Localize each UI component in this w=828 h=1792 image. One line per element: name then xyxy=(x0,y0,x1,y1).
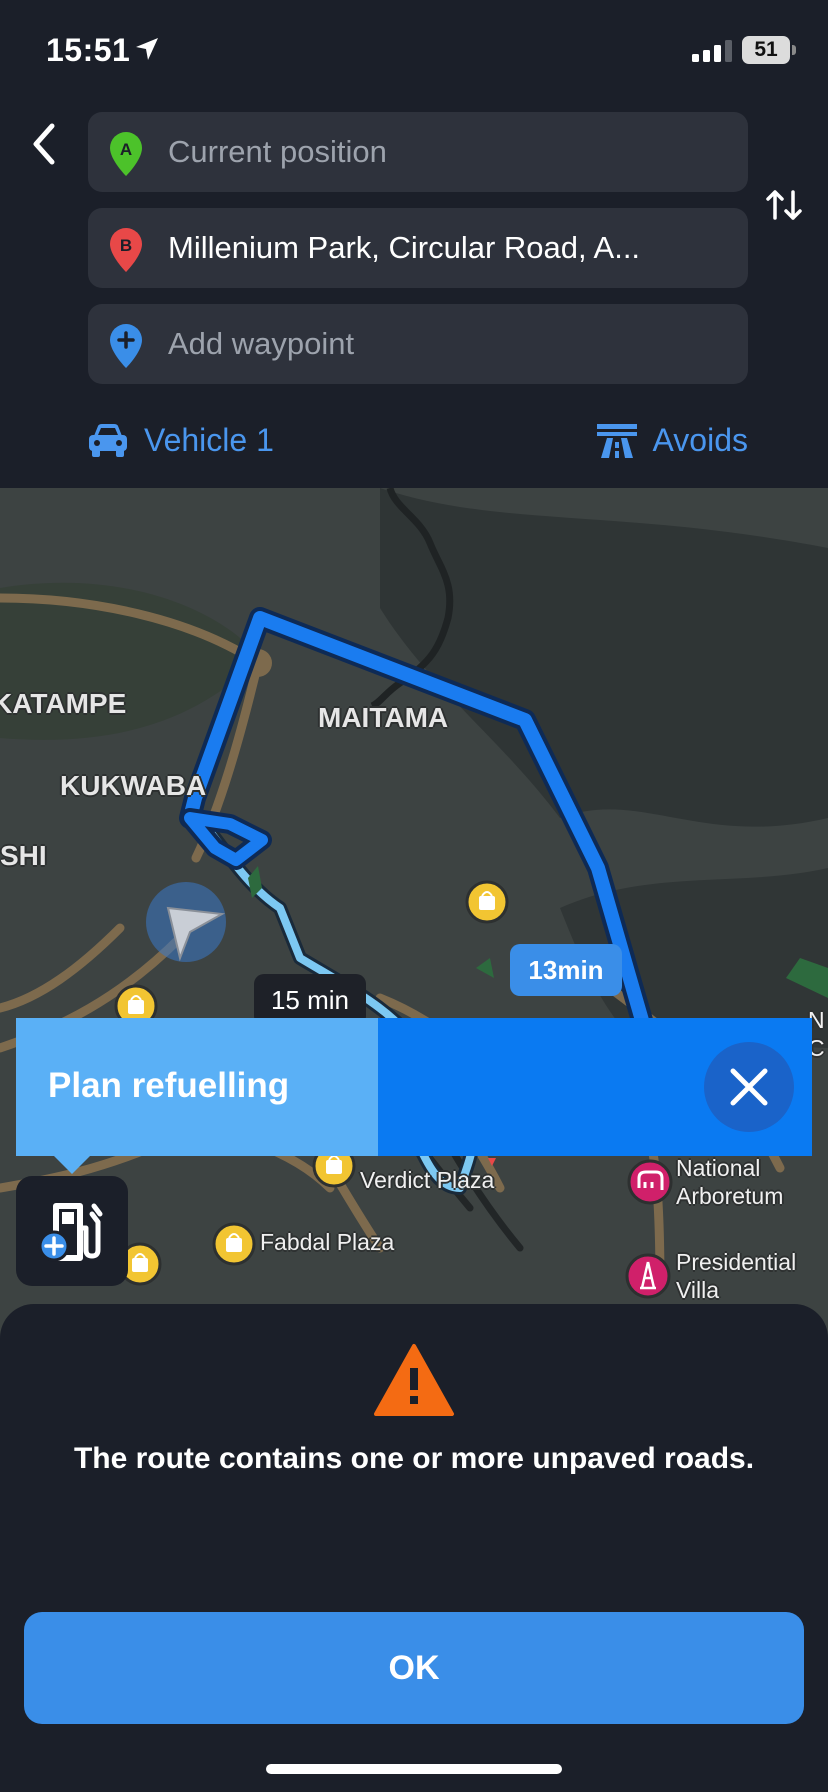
pin-b-icon: B xyxy=(110,228,142,272)
avoids-label: Avoids xyxy=(652,421,748,458)
swap-icon[interactable] xyxy=(764,182,804,230)
area-label-maitama: MAITAMA xyxy=(318,702,449,733)
origin-text: Current position xyxy=(168,134,387,169)
poi-label-fabdal-plaza: Fabdal Plaza xyxy=(260,1229,395,1255)
back-arrow-icon[interactable] xyxy=(24,116,64,172)
car-icon xyxy=(89,424,127,457)
location-arrow-icon xyxy=(136,38,158,60)
warning-sheet: The route contains one or more unpaved r… xyxy=(0,1304,828,1792)
area-label-katampe: KATAMPE xyxy=(0,688,127,719)
battery-cap xyxy=(792,45,796,55)
destination-text: Millenium Park, Circular Road, A... xyxy=(168,230,641,265)
add-waypoint-pin-icon xyxy=(110,324,142,368)
refuel-close-button[interactable] xyxy=(704,1042,794,1132)
elephant-icon xyxy=(627,1159,673,1205)
area-label-kukwaba: KUKWABA xyxy=(60,770,207,801)
add-waypoint-placeholder: Add waypoint xyxy=(168,326,355,361)
pin-a-icon: A xyxy=(110,132,142,176)
ok-button[interactable]: OK xyxy=(24,1612,804,1724)
plan-refuelling-label: Plan refuelling xyxy=(48,1066,290,1105)
refuel-banner[interactable]: Plan refuelling xyxy=(16,1018,812,1156)
poi-label-presidential-villa: Presidential Villa xyxy=(676,1249,797,1303)
primary-route-time-badge[interactable]: 13min xyxy=(510,944,622,996)
add-waypoint-field[interactable]: Add waypoint xyxy=(88,304,748,384)
destination-field[interactable]: B Millenium Park, Circular Road, A... xyxy=(88,208,748,288)
shopping-bag-icon xyxy=(465,880,509,924)
warning-icon xyxy=(374,1344,454,1416)
svg-text:B: B xyxy=(120,236,132,255)
poi-label-verdict-plaza: Verdict Plaza xyxy=(360,1167,495,1193)
route-options: Vehicle 1 Avoids xyxy=(0,412,828,472)
eiffel-icon xyxy=(625,1253,671,1299)
vehicle-button[interactable]: Vehicle 1 xyxy=(86,412,274,468)
origin-field[interactable]: A Current position xyxy=(88,112,748,192)
poi-label-national-arboretum: National Arboretum xyxy=(676,1155,784,1209)
close-icon xyxy=(730,1068,768,1106)
unpaved-roads-warning: The route contains one or more unpaved r… xyxy=(73,1442,755,1475)
status-time: 15:51 xyxy=(46,32,131,68)
plan-refuelling-button[interactable] xyxy=(16,1176,128,1286)
fuel-plus-icon xyxy=(38,1203,103,1262)
avoids-button[interactable]: Avoids xyxy=(595,412,748,468)
status-bar: 15:51 51 xyxy=(0,0,828,100)
svg-text:A: A xyxy=(120,140,132,159)
home-indicator xyxy=(266,1764,562,1774)
signal-icon xyxy=(692,40,732,62)
battery-icon: 51 xyxy=(742,36,790,64)
shopping-bag-icon xyxy=(212,1222,256,1266)
highway-icon xyxy=(596,424,637,458)
area-label-shi: SHI xyxy=(0,840,47,871)
refuel-banner-pointer xyxy=(54,1156,90,1174)
vehicle-label: Vehicle 1 xyxy=(144,421,274,458)
